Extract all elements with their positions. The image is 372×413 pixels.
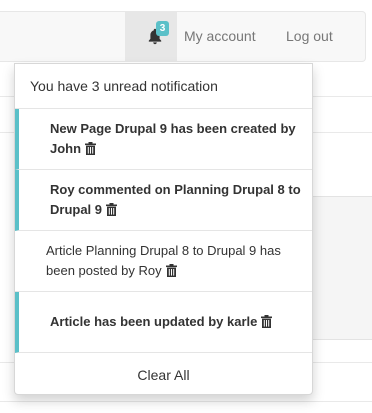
notification-text: Article Planning Drupal 8 to Drupal 9 ha… — [46, 243, 281, 278]
top-navbar: 3 My account Log out — [0, 11, 366, 62]
notifications-toggle[interactable]: 3 — [125, 12, 177, 61]
notification-item[interactable]: Article Planning Drupal 8 to Drupal 9 ha… — [15, 231, 312, 292]
notification-text: Roy commented on Planning Drupal 8 to Dr… — [50, 182, 301, 217]
notification-text: Article has been updated by karle — [50, 314, 258, 329]
notification-text-wrap: Article Planning Drupal 8 to Drupal 9 ha… — [46, 241, 301, 281]
notification-text-wrap: New Page Drupal 9 has been created by Jo… — [50, 119, 305, 159]
notification-item[interactable]: New Page Drupal 9 has been created by Jo… — [15, 109, 312, 170]
logout-link[interactable]: Log out — [286, 12, 333, 61]
background-panel — [306, 196, 372, 340]
background-divider — [0, 401, 372, 402]
page: 3 My account Log out You have 3 unread n… — [0, 0, 372, 413]
trash-icon[interactable] — [261, 315, 273, 328]
notifications-header: You have 3 unread notification — [15, 64, 312, 109]
notification-item[interactable]: Roy commented on Planning Drupal 8 to Dr… — [15, 170, 312, 231]
trash-icon[interactable] — [106, 203, 118, 216]
notifications-dropdown: You have 3 unread notification New Page … — [14, 63, 313, 395]
trash-icon[interactable] — [165, 264, 177, 277]
notification-item[interactable]: Article has been updated by karle — [15, 292, 312, 353]
clear-all-button[interactable]: Clear All — [15, 353, 312, 397]
trash-icon[interactable] — [85, 142, 97, 155]
notification-text-wrap: Article has been updated by karle — [50, 312, 305, 332]
notification-count-badge: 3 — [156, 21, 169, 36]
my-account-link[interactable]: My account — [184, 12, 256, 61]
notification-text-wrap: Roy commented on Planning Drupal 8 to Dr… — [50, 180, 305, 220]
